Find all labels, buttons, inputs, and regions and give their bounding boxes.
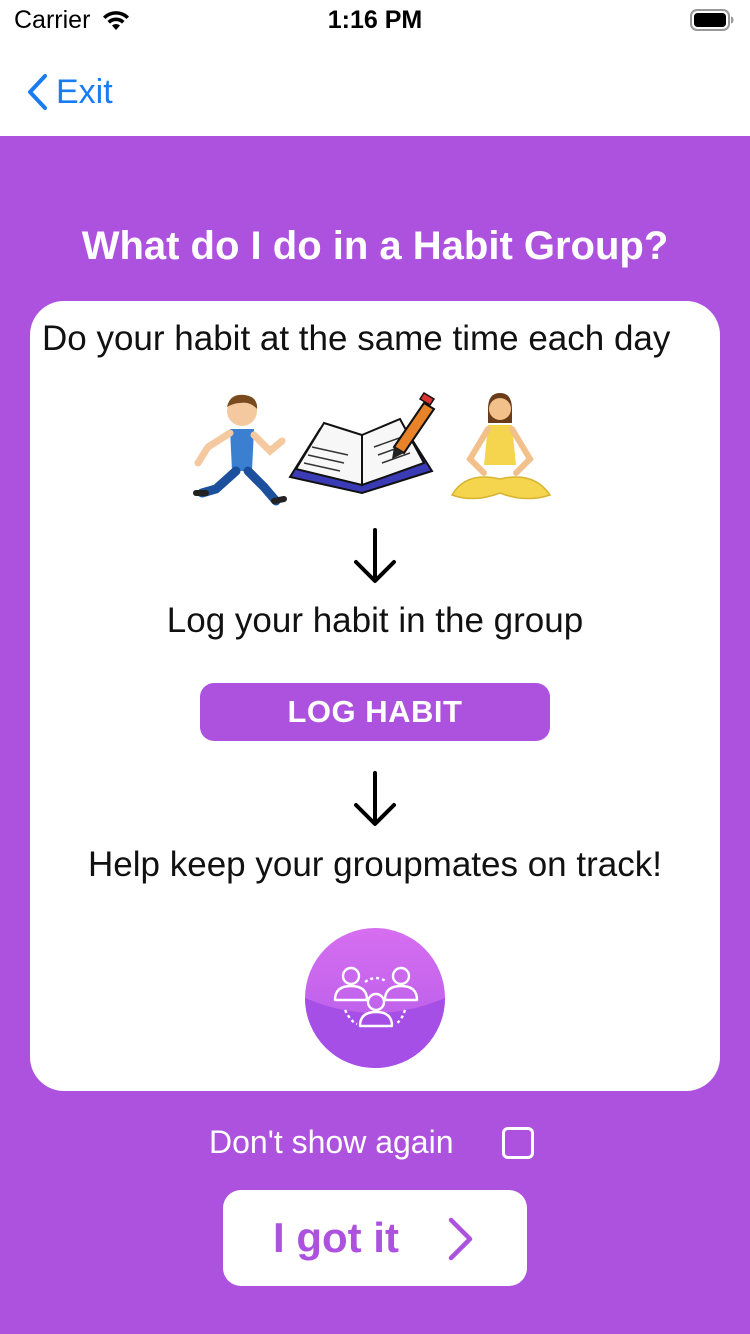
chevron-left-icon [28, 74, 47, 110]
dont-show-again-checkbox[interactable] [502, 1127, 534, 1159]
main-content: What do I do in a Habit Group? Do your h… [0, 136, 750, 1334]
instructions-card: Do your habit at the same time each day [30, 301, 720, 1091]
battery-icon [690, 9, 734, 31]
step-2-text: Log your habit in the group [166, 601, 584, 640]
page-title: What do I do in a Habit Group? [81, 224, 669, 268]
log-habit-button[interactable]: LOG HABIT [200, 683, 550, 741]
notebook-illustration [288, 391, 436, 495]
dont-show-again-label: Don't show again [209, 1124, 454, 1160]
status-bar: Carrier 1:16 PM [0, 0, 750, 40]
exit-label: Exit [56, 72, 113, 111]
yoga-illustration [450, 393, 552, 500]
step-1-text: Do your habit at the same time each day [42, 319, 671, 358]
group-people-icon [305, 928, 445, 1068]
arrow-down-icon [354, 528, 396, 583]
navigation-bar: Exit [0, 40, 750, 136]
step-3-text: Help keep your groupmates on track! [88, 845, 662, 884]
got-it-label: I got it [273, 1214, 399, 1261]
exit-button[interactable]: Exit [26, 70, 113, 114]
clock: 1:16 PM [327, 6, 423, 34]
arrow-down-icon [354, 771, 396, 826]
got-it-button[interactable]: I got it [223, 1190, 527, 1286]
chevron-right-icon [448, 1217, 473, 1261]
